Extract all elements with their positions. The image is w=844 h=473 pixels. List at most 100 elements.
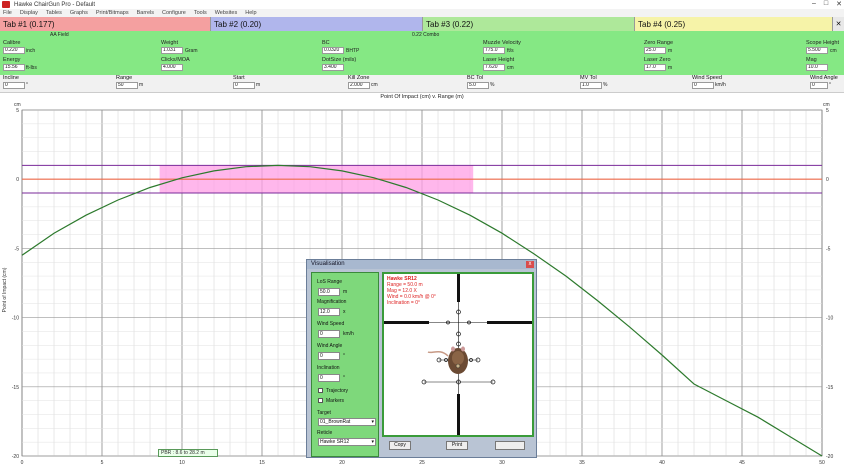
x-tick-label: 40	[659, 460, 665, 466]
menu-websites[interactable]: Websites	[215, 10, 238, 16]
menu-print-bitmaps[interactable]: Print/Bitmaps	[96, 10, 129, 16]
calibre-input[interactable]: 0.220	[3, 47, 25, 54]
chevron-down-icon: ▾	[371, 419, 374, 425]
tab-1[interactable]: Tab #1 (0.177)	[0, 17, 211, 31]
kill-zone-input[interactable]: 2.000	[348, 82, 370, 89]
wind-speed-input[interactable]: 0	[692, 82, 714, 89]
tab-3[interactable]: Tab #3 (0.22)	[423, 17, 635, 31]
los-range-label: LoS Range	[317, 279, 343, 285]
menu-bar: File Display Tables Graphs Print/Bitmaps…	[0, 9, 844, 17]
x-tick-label: 50	[819, 460, 825, 466]
dotsize-input[interactable]: 3.400	[322, 64, 344, 71]
vis-wind-speed-unit: km/h	[343, 331, 354, 337]
mv-tol-label: MV Tol	[580, 75, 597, 81]
bc-tol-input[interactable]: 5.0	[467, 82, 489, 89]
trajectory-checkbox[interactable]	[318, 388, 323, 393]
menu-tables[interactable]: Tables	[46, 10, 62, 16]
laser-height-input[interactable]: 7.620	[483, 64, 505, 71]
y-tick-label-left: -20	[12, 454, 19, 460]
laser-height-label: Laser Height	[483, 57, 515, 63]
x-tick-label: 0	[21, 460, 24, 466]
clicks-input[interactable]: 4.000	[161, 64, 183, 71]
visualisation-window: Visualisation x LoS Range 50.0 m Magnifi…	[306, 259, 537, 458]
markers-label: Markers	[326, 398, 345, 404]
energy-input[interactable]: 15.56	[3, 64, 25, 71]
menu-configure[interactable]: Configure	[162, 10, 186, 16]
vis-wind-angle-label: Wind Angle	[317, 343, 343, 349]
vis-wind-speed-input[interactable]: 0	[318, 330, 340, 338]
tab-4[interactable]: Tab #4 (0.25)	[635, 17, 833, 31]
close-icon[interactable]: x	[526, 261, 534, 268]
copy-button[interactable]: Copy	[389, 441, 411, 450]
start-unit: m	[256, 82, 261, 88]
start-input[interactable]: 0	[233, 82, 255, 89]
inclination-input[interactable]: 0	[318, 374, 340, 382]
bc-tol-label: BC Tol	[467, 75, 484, 81]
incline-input[interactable]: 0	[3, 82, 25, 89]
combo-name: 0.22 Combo	[412, 32, 440, 38]
menu-display[interactable]: Display	[20, 10, 38, 16]
kill-zone-label: Kill Zone	[348, 75, 370, 81]
wind-angle-input[interactable]: 0	[810, 82, 828, 89]
calibre-unit: inch	[26, 48, 36, 54]
menu-graphs[interactable]: Graphs	[70, 10, 88, 16]
calibre-label: Calibre	[3, 40, 21, 46]
inclination-label: Inclination	[317, 365, 340, 371]
muzzle-velocity-input[interactable]: 775.0	[483, 47, 505, 54]
range-input[interactable]: 50	[116, 82, 138, 89]
weight-unit: Gram	[185, 48, 198, 54]
weight-input[interactable]: 1.031	[161, 47, 183, 54]
vis-wind-angle-input[interactable]: 0	[318, 352, 340, 360]
dotsize-label: DotSize (mils)	[322, 57, 357, 63]
bc-tol-unit: %	[490, 82, 495, 88]
y-tick-label-left: 0	[16, 177, 19, 183]
reticle-bottom-post	[457, 394, 460, 435]
laser-height-unit: cm	[507, 65, 514, 71]
y-tick-label-left: -10	[12, 316, 19, 322]
print-button[interactable]: Print	[446, 441, 468, 450]
maximize-button[interactable]: □	[824, 0, 828, 8]
muzzle-velocity-label: Muzzle Velocity	[483, 40, 521, 46]
x-tick-label: 10	[179, 460, 185, 466]
bc-label: BC	[322, 40, 330, 46]
clicks-label: Clicks/MOA	[161, 57, 190, 63]
laser-zero-input[interactable]: 17.0	[644, 64, 666, 71]
chevron-down-icon: ▾	[371, 439, 374, 445]
laser-zero-unit: m	[668, 65, 673, 71]
menu-tools[interactable]: Tools	[194, 10, 207, 16]
tab-strip: Tab #1 (0.177) Tab #2 (0.20) Tab #3 (0.2…	[0, 17, 844, 31]
y-axis-label: Point of Impact (cm)	[2, 267, 8, 312]
pellet-name: AA Field	[50, 32, 69, 38]
target-value: 01_BrownRat	[320, 419, 351, 425]
zero-range-input[interactable]: 25.0	[644, 47, 666, 54]
y-tick-label-left: -5	[15, 246, 20, 252]
bc-input[interactable]: 0.0320	[322, 47, 344, 54]
pbr-status: PBR : 8.6 to 28.2 m	[158, 449, 218, 457]
markers-checkbox[interactable]	[318, 398, 323, 403]
scope-height-input[interactable]: 5.500	[806, 47, 828, 54]
target-select[interactable]: 01_BrownRat ▾	[318, 418, 376, 426]
y-tick-label-right: 5	[826, 108, 829, 114]
mag-input[interactable]: 10.0	[806, 64, 828, 71]
close-tab-icon[interactable]: ✕	[833, 17, 844, 31]
y-tick-label-left: 5	[16, 108, 19, 114]
range-settings-row: Incline 0 ° Range 50 m Start 0 m Kill Zo…	[0, 75, 844, 93]
extra-button[interactable]	[495, 441, 525, 450]
y-tick-label-right: -15	[826, 385, 833, 391]
title-bar: Hawke ChairGun Pro - Default – □ ✕	[0, 0, 844, 9]
los-range-input[interactable]: 50.0	[318, 288, 340, 296]
tab-2[interactable]: Tab #2 (0.20)	[211, 17, 423, 31]
menu-help[interactable]: Help	[245, 10, 256, 16]
y-tick-label-left: -15	[12, 385, 19, 391]
incline-unit: °	[26, 82, 28, 88]
reticle-select[interactable]: Hawke SR12 ▾	[318, 438, 376, 446]
close-button[interactable]: ✕	[836, 0, 842, 8]
wind-angle-label: Wind Angle	[810, 75, 838, 81]
kill-zone-unit: cm	[371, 82, 378, 88]
magnification-input[interactable]: 12.0	[318, 308, 340, 316]
minimize-button[interactable]: –	[812, 0, 816, 8]
menu-barrels[interactable]: Barrels	[137, 10, 154, 16]
scope-view: Hawke SR12 Range = 50.0 m Mag = 12.0 X W…	[382, 272, 534, 437]
mv-tol-input[interactable]: 1.0	[580, 82, 602, 89]
menu-file[interactable]: File	[3, 10, 12, 16]
